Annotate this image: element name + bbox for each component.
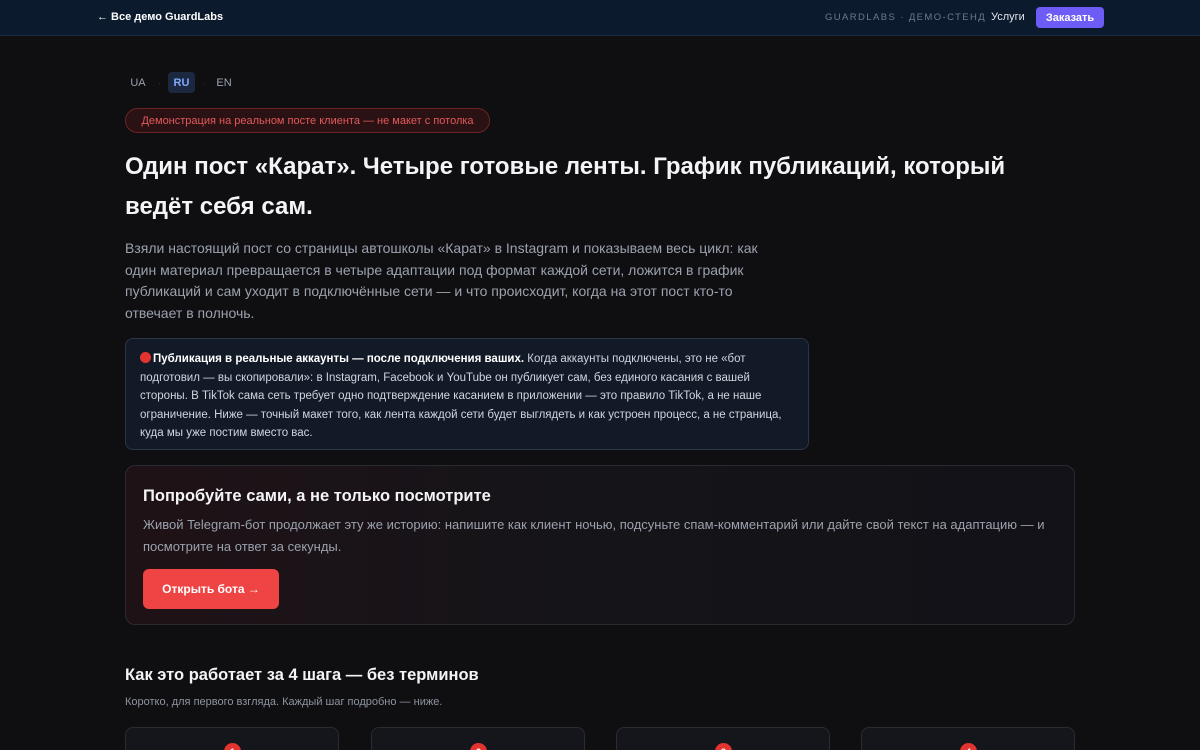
open-bot-button[interactable]: Открыть бота → bbox=[143, 569, 279, 609]
brand-tag: GUARDLABS · ДЕМО-СТЕНД bbox=[825, 12, 987, 23]
step-number-badge: 3 bbox=[715, 743, 732, 750]
page-title: Один пост «Карат». Четыре готовые ленты.… bbox=[125, 153, 1006, 220]
top-navigation-bar: ← Все демо GuardLabs GUARDLABS · ДЕМО-СТ… bbox=[0, 0, 1200, 36]
language-option-en[interactable]: EN bbox=[212, 72, 236, 93]
hero-description: Взяли настоящий пост со страницы автошко… bbox=[125, 240, 758, 321]
language-separator: · bbox=[158, 79, 161, 88]
language-option-ru[interactable]: RU bbox=[168, 72, 195, 93]
step-number-badge: 2 bbox=[470, 743, 487, 750]
try-bot-card: Попробуйте сами, а не только посмотрите … bbox=[125, 465, 1075, 625]
step-number-badge: 1 bbox=[224, 743, 241, 750]
step-card: 3 bbox=[616, 727, 830, 750]
notice-text: Когда аккаунты подключены, это не «бот п… bbox=[140, 353, 782, 439]
step-card: 4 bbox=[861, 727, 1075, 750]
notice-heading: Публикация в реальные аккаунты — после п… bbox=[153, 353, 525, 365]
order-button[interactable]: Заказать bbox=[1036, 7, 1104, 28]
step-number-badge: 4 bbox=[960, 743, 977, 750]
demo-badge: Демонстрация на реальном посте клиента —… bbox=[125, 108, 490, 133]
publication-notice: Публикация в реальные аккаунты — после п… bbox=[125, 338, 809, 450]
step-card: 1 bbox=[125, 727, 339, 750]
try-card-title: Попробуйте сами, а не только посмотрите bbox=[143, 487, 491, 505]
back-to-demos-link[interactable]: ← Все демо GuardLabs bbox=[97, 11, 223, 23]
try-card-description: Живой Telegram-бот продолжает эту же ист… bbox=[143, 517, 1045, 554]
steps-section-subtitle: Коротко, для первого взгляда. Каждый шаг… bbox=[125, 696, 443, 708]
language-separator: · bbox=[203, 79, 206, 88]
step-card: 2 bbox=[371, 727, 585, 750]
language-option-ua[interactable]: UA bbox=[126, 72, 150, 93]
red-circle-icon bbox=[140, 352, 151, 363]
steps-section-title: Как это работает за 4 шага — без термино… bbox=[125, 666, 479, 684]
services-link[interactable]: Услуги bbox=[991, 11, 1025, 23]
